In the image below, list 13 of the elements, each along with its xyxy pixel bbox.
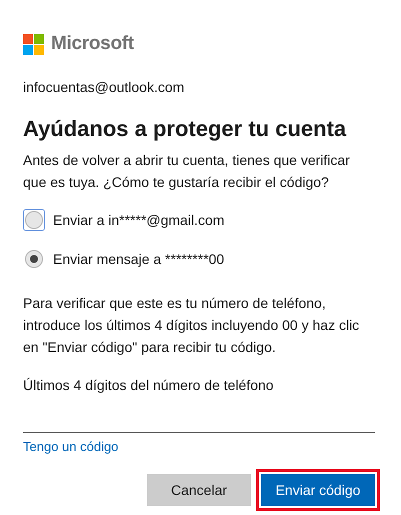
field-label: Últimos 4 dígitos del número de teléfono	[23, 376, 275, 395]
intro-text: Antes de volver a abrir tu cuenta, tienes que verificar que es tuya. ¿Cómo te gustaría recibir el código?	[23, 151, 351, 192]
send-code-button[interactable]: Enviar código	[261, 474, 375, 506]
instructions-text: Para verificar que este es tu número de teléfono, introduce los últimos 4 dígitos incluyendo 00 y haz clic en "Enviar código" para recibir tu código.	[23, 294, 360, 357]
brand-name: Microsoft	[51, 32, 134, 56]
radio-button[interactable]	[23, 209, 45, 231]
account-email: infocuentas@outlook.com	[23, 78, 186, 97]
option-label: Enviar mensaje a ********00	[53, 250, 224, 269]
cancel-button[interactable]: Cancelar	[147, 474, 251, 506]
logo-icon	[23, 34, 44, 55]
option-label: Enviar a in*****@gmail.com	[53, 211, 224, 230]
have-code-link[interactable]: Tengo un código	[23, 438, 118, 456]
page-title: Ayúdanos a proteger tu cuenta	[23, 115, 348, 143]
